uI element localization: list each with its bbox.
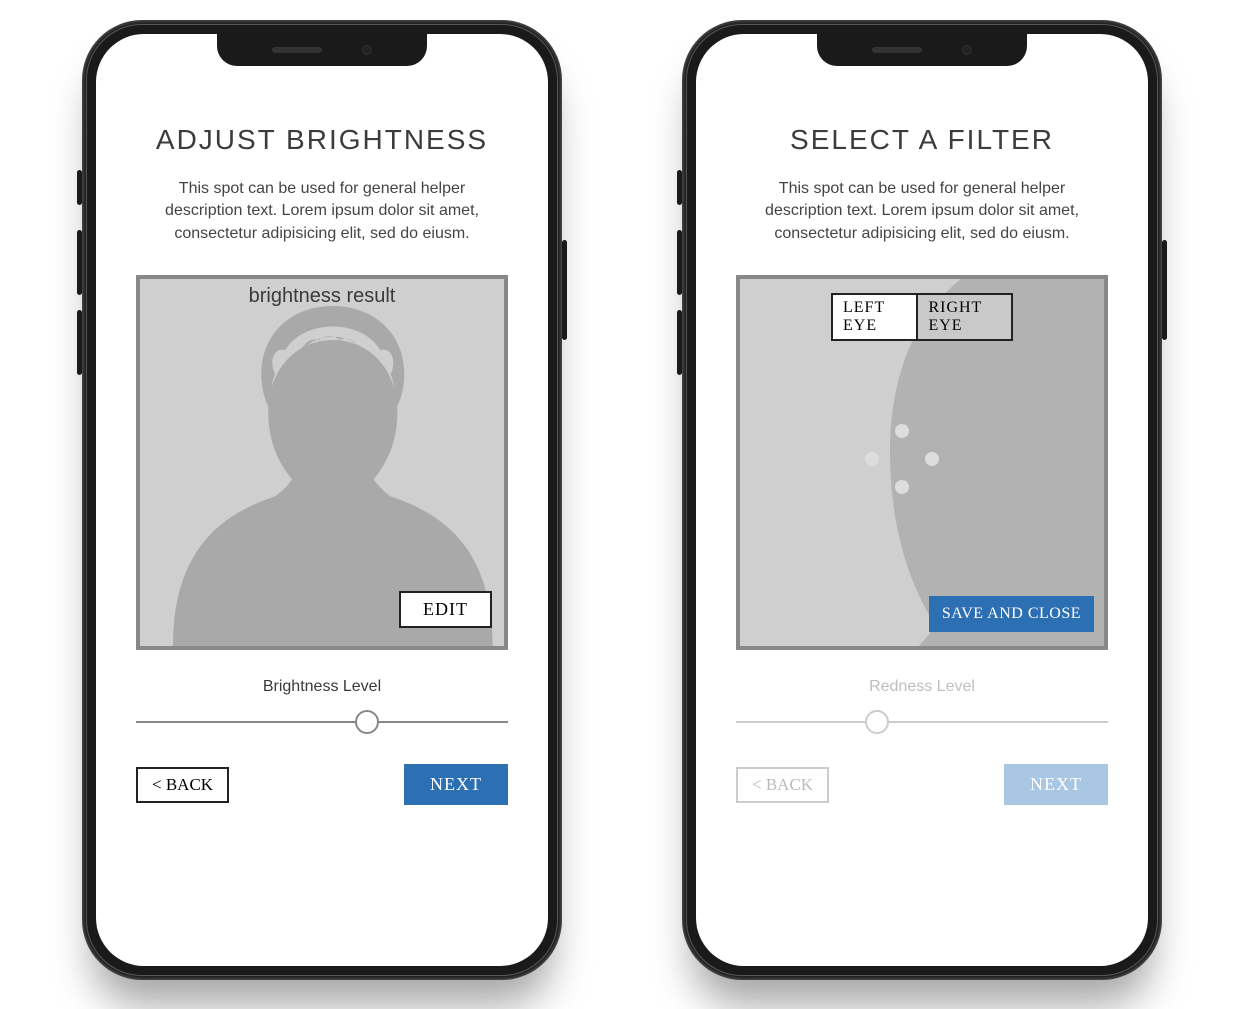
- phone-frame-filter: SELECT A FILTER This spot can be used fo…: [682, 20, 1162, 980]
- slider-knob[interactable]: [355, 710, 379, 734]
- next-button[interactable]: NEXT: [1004, 764, 1108, 805]
- back-button[interactable]: < BACK: [136, 767, 229, 803]
- slider-label: Redness Level: [869, 678, 975, 696]
- edit-button[interactable]: EDIT: [399, 591, 492, 628]
- tab-right-eye[interactable]: RIGHT EYE: [918, 293, 1013, 341]
- page-title: SELECT A FILTER: [790, 124, 1054, 156]
- tab-left-eye[interactable]: LEFT EYE: [831, 293, 918, 341]
- helper-text: This spot can be used for general helper…: [142, 178, 502, 245]
- redness-slider[interactable]: [736, 710, 1108, 734]
- next-button[interactable]: NEXT: [404, 764, 508, 805]
- phone-frame-brightness: ADJUST BRIGHTNESS This spot can be used …: [82, 20, 562, 980]
- brightness-slider[interactable]: [136, 710, 508, 734]
- slider-knob[interactable]: [865, 710, 889, 734]
- image-preview: brightness result EDIT: [136, 275, 508, 650]
- slider-label: Brightness Level: [263, 678, 381, 696]
- save-and-close-button[interactable]: SAVE AND CLOSE: [929, 596, 1094, 632]
- helper-text: This spot can be used for general helper…: [742, 178, 1102, 245]
- page-title: ADJUST BRIGHTNESS: [156, 124, 488, 156]
- image-label: brightness result: [140, 285, 504, 308]
- image-preview: LEFT EYE RIGHT EYE SAVE AND CLOSE: [736, 275, 1108, 650]
- back-button[interactable]: < BACK: [736, 767, 829, 803]
